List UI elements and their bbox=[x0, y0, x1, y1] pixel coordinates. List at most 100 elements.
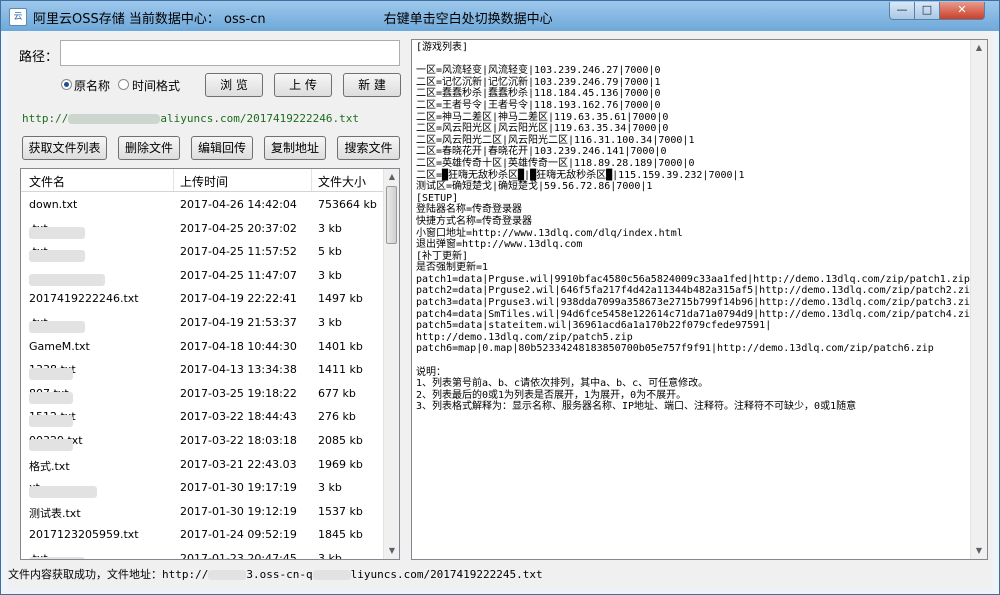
file-size-cell: 3 kb bbox=[318, 221, 342, 235]
search-file-button[interactable]: 搜索文件 bbox=[337, 136, 400, 160]
table-row[interactable]: 00329.txt 2017-03-22 18:03:18 2085 kb bbox=[21, 429, 383, 453]
column-divider[interactable] bbox=[311, 169, 312, 191]
file-name-cell: 1338.txt bbox=[29, 363, 76, 381]
file-name-cell: 00329.txt bbox=[29, 434, 83, 451]
file-list-scrollbar[interactable]: ▲ ▼ bbox=[383, 169, 399, 559]
file-name-cell: 测试表.txt bbox=[29, 505, 81, 521]
new-button[interactable]: 新 建 bbox=[343, 73, 401, 97]
column-divider[interactable] bbox=[173, 169, 174, 191]
table-row[interactable]: 807.txt 2017-03-25 19:18:22 677 kb bbox=[21, 382, 383, 406]
editor-line: 是否强制更新=1 bbox=[416, 262, 489, 274]
table-row[interactable]: down.txt 2017-04-26 14:42:04 753664 kb bbox=[21, 193, 383, 217]
get-file-list-button[interactable]: 获取文件列表 bbox=[22, 136, 107, 160]
editor-line: 二区=蠢蠢秒杀|蠢蠢秒杀|118.184.45.136|7000|0 bbox=[416, 88, 661, 100]
file-size-cell: 3 kb bbox=[318, 316, 342, 329]
upload-button[interactable]: 上 传 bbox=[274, 73, 332, 97]
window-title: 阿里云OSS存储 当前数据中心： oss-cn 右键单击空白处切换数据中心 bbox=[33, 8, 553, 27]
redacted-region bbox=[208, 570, 247, 580]
file-size-cell: 677 kb bbox=[318, 386, 356, 400]
table-row[interactable]: .txt 2017-04-25 11:57:52 5 kb bbox=[21, 240, 383, 264]
path-input[interactable] bbox=[60, 40, 400, 66]
status-url-mid: 3.oss-cn-q bbox=[246, 568, 313, 581]
editor-line: 快捷方式名称=传奇登录器 bbox=[416, 215, 533, 227]
scroll-up-icon[interactable]: ▲ bbox=[971, 40, 987, 56]
file-size-cell: 5 kb bbox=[318, 245, 342, 259]
upload-time-cell: 2017-04-26 14:42:04 bbox=[180, 198, 297, 211]
browse-button[interactable]: 浏 览 bbox=[205, 73, 263, 97]
table-row[interactable]: 格式.txt 2017-03-21 22:43.03 1969 kb bbox=[21, 453, 383, 477]
scroll-up-icon[interactable]: ▲ bbox=[384, 169, 399, 185]
editor-line: 二区=英雄传奇十区|英雄传奇一区|118.89.28.189|7000|0 bbox=[416, 157, 695, 169]
file-size-cell: 1969 kb bbox=[318, 457, 363, 471]
radio-original-name[interactable] bbox=[61, 79, 72, 90]
delete-file-button[interactable]: 删除文件 bbox=[118, 136, 180, 160]
table-row[interactable]: 2017419222246.txt 2017-04-19 22:22:41 1497… bbox=[21, 287, 383, 311]
editor-line: 说明： bbox=[416, 366, 446, 378]
maximize-button[interactable]: □ bbox=[914, 2, 940, 20]
table-row[interactable]: 1338.txt 2017-04-13 13:34:38 1411 kb bbox=[21, 358, 383, 382]
minimize-button[interactable]: — bbox=[889, 2, 915, 20]
editor-line: patch4=data|SmTiles.wil|94d6fce5458e1226… bbox=[416, 308, 976, 320]
file-url-display[interactable]: http:// aliyuncs.com/2017419222246.txt bbox=[22, 112, 359, 125]
file-name-cell: 807.txt bbox=[29, 387, 73, 404]
redacted-region bbox=[29, 486, 97, 499]
column-header-size[interactable]: 文件大小 bbox=[318, 173, 366, 190]
table-row[interactable]: 2017123205959.txt 2017-01-24 09:52:19 1845… bbox=[21, 523, 383, 547]
upload-time-cell: 2017-04-25 11:47:07 bbox=[180, 268, 297, 282]
editor-line: 二区=风云阳光区|风云阳光区|119.63.35.34|7000|0 bbox=[416, 123, 669, 135]
editor-text[interactable]: [游戏列表] 一区=风流轻变|风流轻变|103.239.246.27|7000|0… bbox=[416, 42, 976, 413]
editor-scrollbar[interactable]: ▲ ▼ bbox=[970, 40, 987, 559]
upload-time-cell: 2017-03-25 19:18:22 bbox=[180, 386, 297, 400]
file-size-cell: 1537 kb bbox=[318, 504, 363, 518]
table-row[interactable]: 1512.txt 2017-03-22 18:44:43 276 kb bbox=[21, 405, 383, 429]
editor-line: 测试区=确短楚戈|确短楚戈|59.56.72.86|7000|1 bbox=[416, 181, 653, 193]
upload-time-cell: 2017-01-30 19:12:19 bbox=[180, 504, 297, 518]
file-name-text: 格式.txt bbox=[29, 459, 70, 473]
redacted-region bbox=[29, 368, 73, 381]
radio-original-name-label[interactable]: 原名称 bbox=[74, 77, 110, 94]
table-row[interactable]: .txt 2017-01-23 20:47:45 3 kb bbox=[21, 547, 383, 559]
redacted-region bbox=[29, 226, 85, 239]
file-list[interactable]: 文件名 上传时间 文件大小 down.txt 2017-04-26 14:42:0… bbox=[20, 168, 400, 560]
file-name-cell: xt bbox=[29, 481, 97, 499]
redacted-region bbox=[29, 273, 105, 286]
file-name-text: GameM.txt bbox=[29, 339, 90, 353]
scroll-down-icon[interactable]: ▼ bbox=[384, 543, 399, 559]
radio-time-format-label[interactable]: 时间格式 bbox=[132, 77, 180, 94]
table-row[interactable]: .txt 2017-04-25 20:37:02 3 kb bbox=[21, 217, 383, 241]
copy-url-button[interactable]: 复制地址 bbox=[264, 136, 326, 160]
upload-time-cell: 2017-01-24 09:52:19 bbox=[180, 528, 297, 542]
main-window: 云 阿里云OSS存储 当前数据中心： oss-cn 右键单击空白处切换数据中心 —… bbox=[0, 0, 1000, 595]
editor-line: [补丁更新] bbox=[416, 250, 469, 262]
app-icon: 云 bbox=[9, 8, 27, 26]
file-content-editor[interactable]: [游戏列表] 一区=风流轻变|风流轻变|103.239.246.27|7000|0… bbox=[411, 39, 988, 560]
file-name-cell: .txt bbox=[29, 245, 85, 263]
scroll-down-icon[interactable]: ▼ bbox=[971, 543, 987, 559]
title-bar[interactable]: 云 阿里云OSS存储 当前数据中心： oss-cn 右键单击空白处切换数据中心 —… bbox=[1, 1, 999, 31]
redacted-region bbox=[68, 114, 161, 124]
edit-upload-button[interactable]: 编辑回传 bbox=[191, 136, 253, 160]
scroll-thumb[interactable] bbox=[386, 186, 397, 244]
editor-line: patch6=map|0.map|80b52334248183850700b05… bbox=[416, 343, 934, 355]
file-size-cell: 1411 kb bbox=[318, 363, 363, 377]
editor-line: 退出弹窗=http://www.13dlq.com bbox=[416, 239, 583, 251]
editor-line: [SETUP] bbox=[416, 192, 459, 204]
file-size-cell: 2085 kb bbox=[318, 434, 363, 447]
window-title-text: 阿里云OSS存储 当前数据中心： oss-cn bbox=[33, 12, 266, 27]
redacted-region bbox=[29, 557, 85, 559]
upload-time-cell: 2017-04-18 10:44:30 bbox=[180, 339, 297, 353]
close-button[interactable]: ✕ bbox=[939, 2, 985, 20]
radio-time-format[interactable] bbox=[118, 79, 129, 90]
redacted-region bbox=[29, 439, 73, 451]
column-header-time[interactable]: 上传时间 bbox=[180, 173, 228, 190]
table-row[interactable]: 测试表.txt 2017-01-30 19:12:19 1537 kb bbox=[21, 500, 383, 524]
table-row[interactable]: GameM.txt 2017-04-18 10:44:30 1401 kb bbox=[21, 335, 383, 359]
table-row[interactable]: .txt 2017-04-19 21:53:37 3 kb bbox=[21, 311, 383, 335]
editor-line: patch1=data|Prguse.wil|9910bfac4580c56a5… bbox=[416, 273, 970, 285]
status-url-prefix: http:// bbox=[162, 568, 209, 581]
editor-line: 登陆器名称=传奇登录器 bbox=[416, 204, 523, 216]
table-row[interactable]: 2017-04-25 11:47:07 3 kb bbox=[21, 264, 383, 288]
table-row[interactable]: xt 2017-01-30 19:17:19 3 kb bbox=[21, 476, 383, 500]
editor-line: 二区=记忆沉新|记忆沉新|103.239.246.79|7000|1 bbox=[416, 76, 661, 88]
column-header-name[interactable]: 文件名 bbox=[29, 173, 65, 190]
